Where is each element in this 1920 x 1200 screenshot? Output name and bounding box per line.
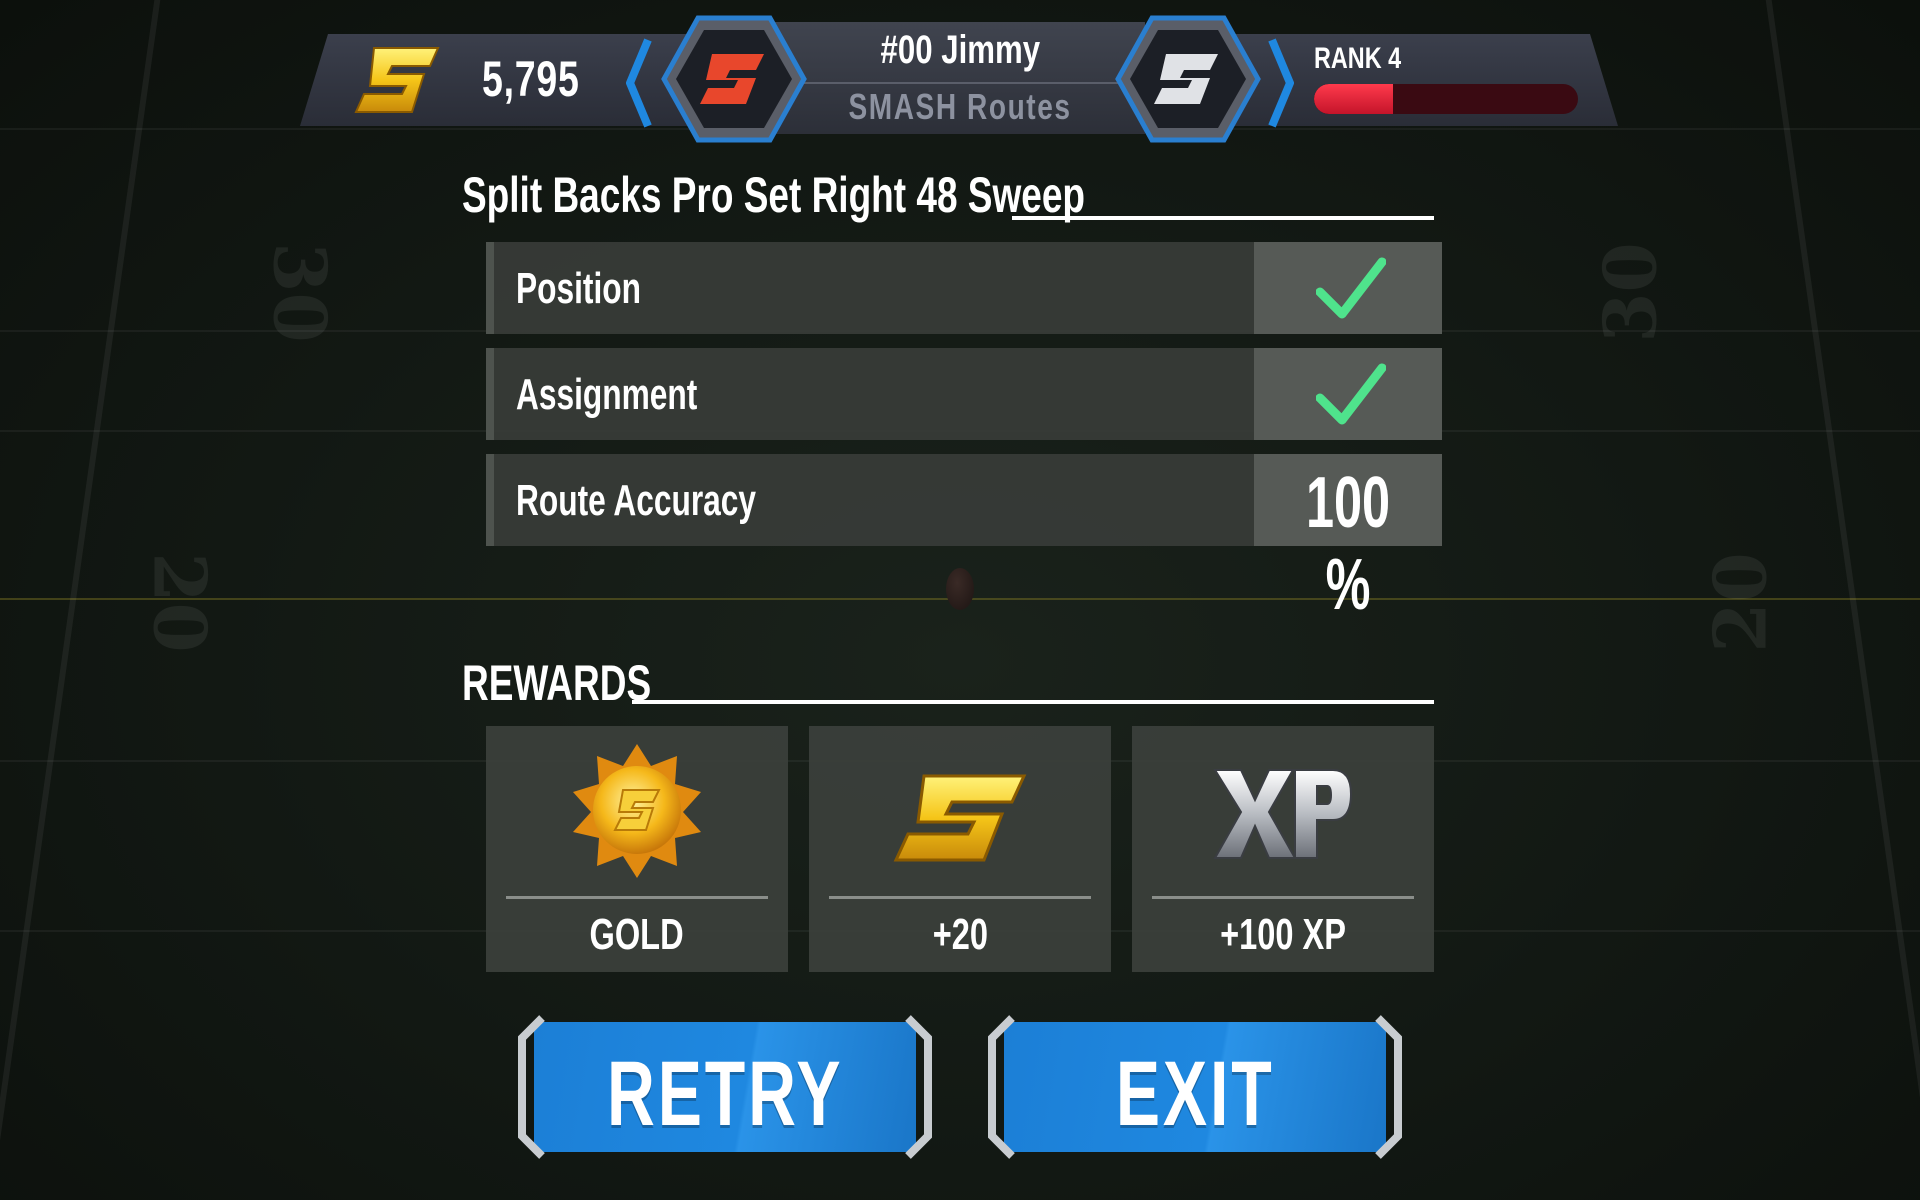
chevron-left-icon	[626, 38, 652, 128]
team-logo-silver-icon	[1115, 15, 1261, 143]
rewards-title: REWARDS	[462, 655, 652, 711]
stat-label: Position	[516, 264, 641, 313]
rank-label: RANK 4	[1314, 42, 1402, 75]
reward-gold: GOLD	[486, 726, 788, 972]
player-name: #00 Jimmy	[880, 28, 1040, 72]
stat-row-assignment: Assignment	[486, 348, 1442, 440]
play-title: Split Backs Pro Set Right 48 Sweep	[462, 167, 1086, 223]
retry-button[interactable]: RETRY	[516, 1014, 934, 1160]
stat-row-route-accuracy: Route Accuracy 100 %	[486, 454, 1442, 625]
gold-medal-icon	[573, 744, 701, 878]
reward-coins: +20	[809, 726, 1111, 972]
rank-progress-bar	[1314, 84, 1578, 114]
title-rule	[1012, 216, 1434, 220]
checkmark-icon	[1316, 363, 1386, 425]
mode-name: SMASH Routes	[848, 86, 1072, 127]
stat-row-position: Position	[486, 242, 1442, 334]
exit-label: EXIT	[1115, 1043, 1275, 1145]
xp-icon	[1213, 769, 1353, 859]
stat-label: Route Accuracy	[516, 476, 757, 525]
chevron-right-icon	[1268, 38, 1294, 128]
smash-coin-icon	[354, 47, 440, 113]
rewards-rule	[632, 700, 1434, 704]
reward-label: +100 XP	[1220, 910, 1346, 959]
reward-label: +20	[932, 910, 988, 959]
route-accuracy-value: 100 %	[1305, 463, 1391, 625]
smash-coin-icon	[893, 774, 1027, 862]
reward-label: GOLD	[589, 910, 685, 959]
football-icon	[946, 568, 974, 610]
checkmark-icon	[1316, 257, 1386, 319]
currency-amount: 5,795	[482, 51, 580, 107]
rank-progress-fill	[1314, 84, 1394, 114]
reward-xp: +100 XP	[1132, 726, 1434, 972]
exit-button[interactable]: EXIT	[986, 1014, 1404, 1160]
stat-label: Assignment	[516, 370, 698, 419]
retry-label: RETRY	[606, 1043, 844, 1145]
